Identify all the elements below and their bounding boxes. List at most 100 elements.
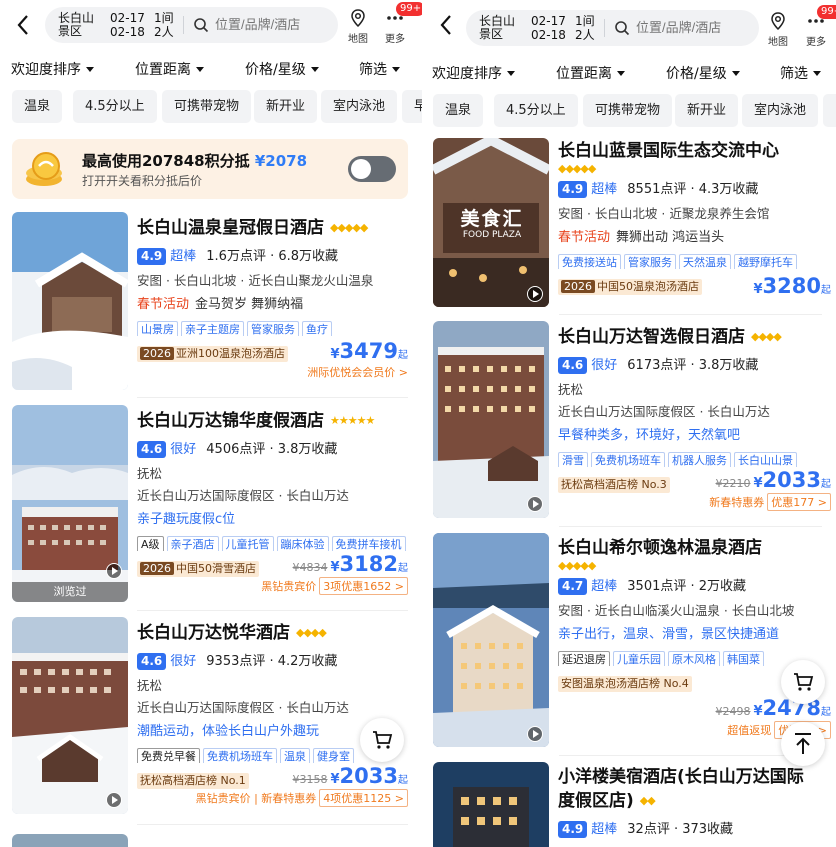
more-badge: 99+ bbox=[817, 5, 836, 19]
checkout-date: 02-18 bbox=[531, 28, 566, 42]
guests-count: 2人 bbox=[575, 28, 595, 42]
search-input[interactable] bbox=[636, 20, 756, 35]
hotel-name[interactable]: 长白山温泉皇冠假日酒店 ◆◆◆◆◆ bbox=[137, 216, 408, 240]
checkout-date: 02-18 bbox=[110, 25, 145, 39]
quick-tag[interactable] bbox=[823, 94, 836, 127]
hotel-card[interactable]: 长白山万达悦华酒店 ◆◆◆◆ 4.6 很好 9353点评 · 4.2万收藏 抚松 近长… bbox=[12, 617, 408, 817]
destination-label[interactable]: 长白山景区 bbox=[58, 12, 98, 38]
hotel-name[interactable]: 长白山蓝景国际生态交流中心 bbox=[558, 140, 831, 163]
rating-row: 4.6 很好 4506点评 · 3.8万收藏 bbox=[137, 438, 408, 458]
back-arrow-icon[interactable] bbox=[16, 14, 30, 36]
video-play-icon[interactable] bbox=[106, 792, 122, 808]
map-pin-icon bbox=[351, 9, 365, 28]
filter-more[interactable]: 筛选 bbox=[780, 63, 821, 83]
back-arrow-icon[interactable] bbox=[439, 14, 453, 36]
room-guest-count[interactable]: 1间 2人 bbox=[575, 14, 595, 42]
more-label: 更多 bbox=[806, 37, 826, 48]
hotel-highlight: 春节活动 金马贺岁 舞狮纳福 bbox=[137, 297, 304, 312]
map-button[interactable]: 地图 bbox=[343, 8, 373, 45]
video-play-icon[interactable] bbox=[527, 496, 543, 512]
hotel-card[interactable]: 美食汇 FOOD PLAZA 长白山蓝景国际生态交流中心 ◆◆◆◆◆ 4.9 超棒… bbox=[433, 138, 831, 310]
hotel-photo[interactable] bbox=[12, 617, 128, 814]
back-to-top-button[interactable] bbox=[781, 722, 825, 766]
quick-tag[interactable]: 可携带宠物 bbox=[162, 90, 252, 123]
more-button[interactable]: 更多 99+ bbox=[801, 5, 836, 48]
promo-text[interactable]: 新春特惠券 优惠177 > bbox=[709, 493, 831, 511]
destination-label[interactable]: 长白山景区 bbox=[479, 15, 519, 41]
checkin-date: 02-17 bbox=[531, 14, 566, 28]
promo-text[interactable]: 黑钻贵宾价 | 新春特惠券 4项优惠1125 > bbox=[196, 789, 408, 807]
next-hotel-photo-partial[interactable] bbox=[12, 834, 128, 847]
filter-location[interactable]: 位置距离 bbox=[135, 59, 204, 79]
search-pill[interactable]: 长白山景区 02-17 02-18 1间 2人 bbox=[45, 7, 338, 43]
hotel-name[interactable]: 长白山万达锦华度假酒店 ★★★★★ bbox=[137, 409, 408, 433]
hotel-card[interactable]: 浏览过 长白山万达锦华度假酒店 ★★★★★ 4.6 很好 4506点评 · 3.8万收… bbox=[12, 405, 408, 605]
hotel-name[interactable]: 长白山万达智选假日酒店 ◆◆◆◆ bbox=[558, 325, 831, 349]
quick-tag[interactable]: 新开业 bbox=[675, 94, 739, 127]
room-guest-count[interactable]: 1间 2人 bbox=[154, 11, 174, 39]
quick-tag[interactable]: 温泉 bbox=[433, 94, 484, 127]
hotel-card[interactable]: 小洋楼美宿酒店(长白山万达国际 度假区店) ◆◆ 4.9 超棒 32点评 · 373收藏 bbox=[433, 762, 831, 847]
left-hotel-list-screen: 长白山景区 02-1702-18 1间2人 地图 更多 99+ 欢迎度排序 位置… bbox=[0, 0, 422, 847]
hotel-photo[interactable] bbox=[433, 321, 549, 518]
diamond-rating-icon: ◆◆◆◆◆ bbox=[330, 221, 368, 234]
search-input[interactable] bbox=[215, 17, 335, 32]
filter-sort[interactable]: 欢迎度排序 bbox=[432, 63, 515, 83]
filter-location[interactable]: 位置距离 bbox=[556, 63, 625, 83]
video-play-icon[interactable] bbox=[106, 563, 122, 579]
quick-tag[interactable]: 早 bbox=[402, 90, 422, 123]
map-label: 地图 bbox=[348, 34, 368, 45]
filter-price-star[interactable]: 价格/星级 bbox=[245, 59, 319, 79]
hotel-highlight: 早餐种类多，环境好，天然氧吧 bbox=[558, 428, 741, 443]
hotel-location: 近长白山万达国际度假区 · 长白山万达 bbox=[558, 404, 770, 419]
quick-tag[interactable]: 新开业 bbox=[254, 90, 318, 123]
card-divider bbox=[559, 314, 822, 315]
cart-button[interactable] bbox=[360, 718, 404, 762]
promo-text[interactable]: 洲际优悦会会员价 > bbox=[307, 364, 408, 380]
date-range[interactable]: 02-17 02-18 bbox=[110, 11, 145, 39]
hotel-card[interactable]: 长白山万达智选假日酒店 ◆◆◆◆ 4.6 很好 6173点评 · 3.8万收藏 抚松 … bbox=[433, 321, 831, 521]
guests-count: 2人 bbox=[154, 25, 174, 39]
hotel-location: 安图 · 长白山北坡 · 近长白山聚龙火山温泉 bbox=[137, 273, 374, 288]
points-toggle[interactable] bbox=[348, 156, 396, 182]
video-play-icon[interactable] bbox=[527, 286, 543, 302]
hotel-photo[interactable] bbox=[12, 212, 128, 390]
hotel-card[interactable]: 长白山希尔顿逸林温泉酒店 ◆◆◆◆◆ 4.7 超棒 3501点评 · 2万收藏 安图… bbox=[433, 533, 831, 750]
rating-row: 4.9 超棒 1.6万点评 · 6.8万收藏 bbox=[137, 245, 408, 265]
hotel-location: 近长白山万达国际度假区 · 长白山万达 bbox=[137, 488, 349, 503]
hotel-photo[interactable] bbox=[433, 533, 549, 747]
filter-sort[interactable]: 欢迎度排序 bbox=[11, 59, 94, 79]
hotel-photo[interactable]: 浏览过 bbox=[12, 405, 128, 602]
filter-price-star[interactable]: 价格/星级 bbox=[666, 63, 740, 83]
hotel-location: 安图 · 近长白山临溪火山温泉 · 长白山北坡 bbox=[558, 603, 795, 618]
quick-tag[interactable]: 可携带宠物 bbox=[583, 94, 673, 127]
quick-tag[interactable]: 4.5分以上 bbox=[73, 90, 157, 123]
quick-tag[interactable]: 室内泳池 bbox=[742, 94, 819, 127]
map-button[interactable]: 地图 bbox=[763, 11, 793, 48]
right-hotel-list-screen: 长白山景区 02-1702-18 1间2人 地图 更多 99+ 欢迎度排序 位置… bbox=[422, 0, 836, 847]
quick-tag[interactable]: 室内泳池 bbox=[321, 90, 398, 123]
diamond-rating-icon: ◆◆◆◆ bbox=[751, 330, 782, 343]
hotel-highlight: 春节活动 舞狮出动 鸿运当头 bbox=[558, 230, 725, 245]
diamond-rating-icon: ◆◆◆◆◆ bbox=[558, 162, 596, 175]
map-label: 地图 bbox=[768, 37, 788, 48]
hotel-price: 2033 bbox=[762, 468, 821, 492]
promo-text[interactable]: 黑钻贵宾价 3项优惠1652 > bbox=[261, 577, 408, 595]
search-pill[interactable]: 长白山景区 02-17 02-18 1间 2人 bbox=[466, 10, 759, 46]
hotel-name[interactable]: 长白山希尔顿逸林温泉酒店 bbox=[558, 537, 831, 560]
cart-button[interactable] bbox=[781, 660, 825, 704]
hotel-location: 近长白山万达国际度假区 · 长白山万达 bbox=[137, 700, 349, 715]
hotel-card[interactable]: 长白山温泉皇冠假日酒店 ◆◆◆◆◆ 4.9 超棒 1.6万点评 · 6.8万收藏 安图… bbox=[12, 212, 408, 392]
hotel-name[interactable]: 小洋楼美宿酒店(长白山万达国际 度假区店) ◆◆ bbox=[558, 766, 831, 813]
hotel-name[interactable]: 长白山万达悦华酒店 ◆◆◆◆ bbox=[137, 621, 408, 645]
more-button[interactable]: 更多 99+ bbox=[380, 2, 422, 45]
hotel-photo[interactable] bbox=[433, 762, 549, 847]
more-badge: 99+ bbox=[396, 2, 422, 16]
hotel-photo[interactable]: 美食汇 FOOD PLAZA bbox=[433, 138, 549, 307]
quick-tag[interactable]: 温泉 bbox=[12, 90, 63, 123]
restaurant-sign: 美食汇 bbox=[460, 208, 524, 230]
date-range[interactable]: 02-17 02-18 bbox=[531, 14, 566, 42]
video-play-icon[interactable] bbox=[527, 726, 543, 742]
quick-tag[interactable]: 4.5分以上 bbox=[494, 94, 578, 127]
filter-more[interactable]: 筛选 bbox=[359, 59, 400, 79]
